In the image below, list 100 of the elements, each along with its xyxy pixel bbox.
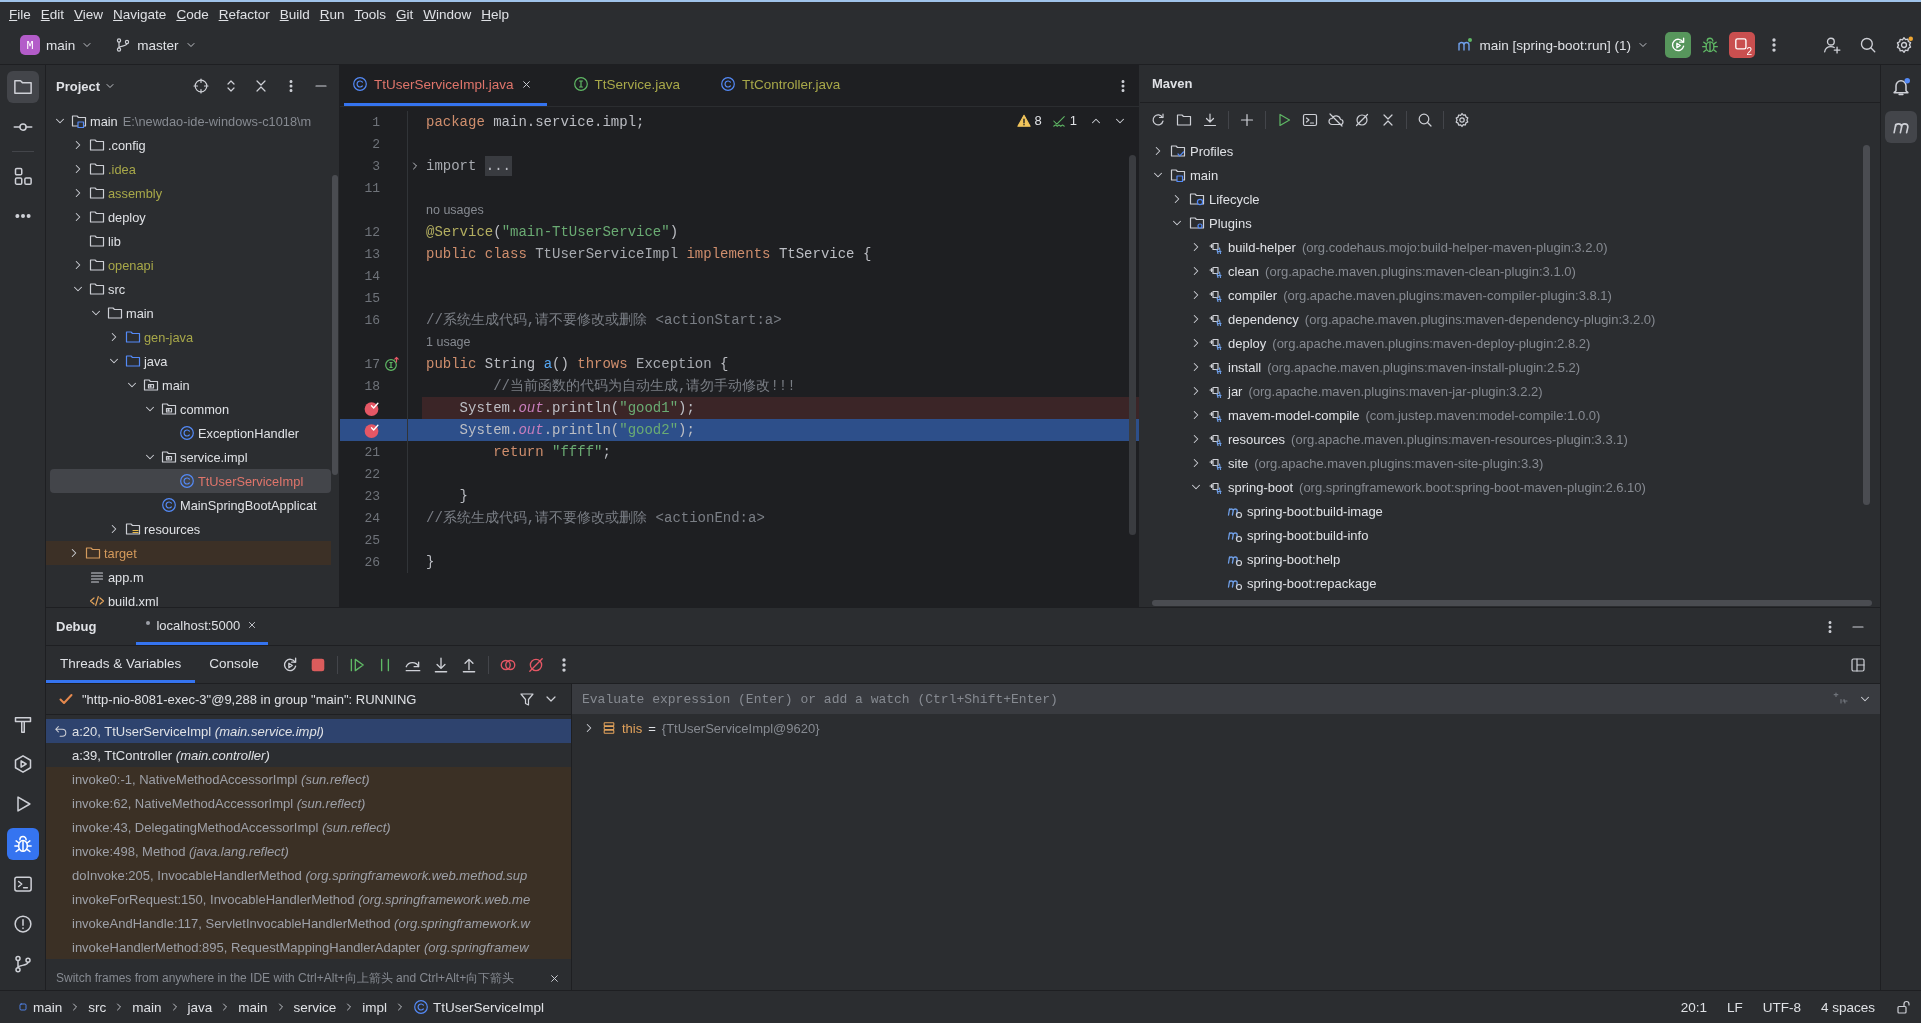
caret-position[interactable]: 20:1 (1680, 999, 1707, 1015)
menu-item[interactable]: Navigate (108, 6, 172, 22)
project-selector[interactable]: M main (14, 31, 100, 59)
add-user-icon[interactable] (1823, 36, 1841, 54)
tree-item[interactable]: install (org.apache.maven.plugins:maven-install-plugin:2.5.2) (1144, 355, 1866, 379)
run-icon[interactable] (1276, 112, 1292, 128)
filter-icon[interactable] (519, 691, 535, 707)
tree-item[interactable]: target (46, 541, 331, 565)
tree-item[interactable]: Plugins (1144, 211, 1866, 235)
tree-item[interactable]: compiler (org.apache.maven.plugins:maven-compiler-plugin:3.8.1) (1144, 283, 1866, 307)
breadcrumb[interactable]: java (184, 997, 216, 1017)
tree-item[interactable]: service.impl (50, 445, 331, 469)
tree-item[interactable]: spring-boot:help (1144, 547, 1866, 571)
scrollbar[interactable] (1129, 155, 1136, 535)
menu-item[interactable]: Run (314, 6, 350, 22)
tree-item[interactable]: site (org.apache.maven.plugins:maven-site-plugin:3.3) (1144, 451, 1866, 475)
tree-item[interactable]: jar (org.apache.maven.plugins:maven-jar-plugin:3.2.2) (1144, 379, 1866, 403)
add-icon[interactable] (1239, 112, 1255, 128)
locate-icon[interactable] (193, 78, 209, 94)
tree-item[interactable]: spring-boot:build-info (1144, 523, 1866, 547)
tree-item[interactable]: ExceptionHandler (50, 421, 331, 445)
tree-item[interactable]: deploy (50, 205, 331, 229)
tree-item[interactable]: spring-boot (org.springframework.boot:spring-boot-maven-plugin:2.6.10) (1144, 475, 1866, 499)
breadcrumb[interactable]: src (85, 997, 110, 1017)
stack-frame[interactable]: invoke:62, NativeMethodAccessorImpl (sun.reflect) (46, 791, 571, 815)
tree-item[interactable]: dependency (org.apache.maven.plugins:maven-dependency-plugin:3.2.0) (1144, 307, 1866, 331)
breadcrumb[interactable]: main (129, 997, 165, 1017)
menu-item[interactable]: Code (171, 6, 214, 22)
tree-item[interactable]: assembly (50, 181, 331, 205)
editor-tab[interactable]: TtService.java (564, 65, 695, 106)
tree-item[interactable]: .config (50, 133, 331, 157)
tree-item[interactable]: deploy (org.apache.maven.plugins:maven-deploy-plugin:2.8.2) (1144, 331, 1866, 355)
tree-item[interactable]: MainSpringBootApplicat (50, 493, 331, 517)
run-configuration-icon[interactable] (1302, 112, 1318, 128)
folder-icon[interactable] (1176, 112, 1192, 128)
tree-item[interactable]: java (50, 349, 331, 373)
warning-icon[interactable] (1016, 113, 1031, 128)
reload-icon[interactable] (1150, 112, 1166, 128)
offline-icon[interactable] (1328, 112, 1344, 128)
tree-item[interactable]: main (50, 373, 331, 397)
tree-item[interactable]: main (50, 301, 331, 325)
skip-tests-icon[interactable] (1354, 112, 1370, 128)
tree-item[interactable]: Lifecycle (1144, 187, 1866, 211)
stack-frame[interactable]: invoke:43, DelegatingMethodAccessorImpl (sun.reflect) (46, 815, 571, 839)
tree-item[interactable]: gen-java (50, 325, 331, 349)
maven-icon[interactable] (1885, 111, 1917, 143)
stack-frame[interactable]: a:39, TtController (main.controller) (46, 743, 571, 767)
session-tab[interactable]: localhost:5000 (136, 608, 269, 645)
lock-icon[interactable] (1895, 999, 1911, 1015)
branch-selector[interactable]: master (109, 33, 203, 57)
editor-tab[interactable]: TtUserServiceImpl.java (344, 65, 547, 106)
download-icon[interactable] (1202, 112, 1218, 128)
tree-item[interactable]: build-helper (org.codehaus.mojo:build-helper-maven-plugin:3.2.0) (1144, 235, 1866, 259)
menu-item[interactable]: View (69, 6, 109, 22)
tree-item[interactable]: main E:\newdao-ide-windows-c1018\m (50, 109, 331, 133)
menu-item[interactable]: Git (391, 6, 419, 22)
tree-item[interactable]: app.m (50, 565, 331, 589)
file-encoding[interactable]: UTF-8 (1762, 999, 1801, 1015)
menu-item[interactable]: Help (476, 6, 515, 22)
menu-item[interactable]: Tools (349, 6, 391, 22)
evaluate-field[interactable]: Evaluate expression (Enter) or add a watch (Ctrl+Shift+Enter) (580, 690, 1822, 708)
implements-icon[interactable] (384, 356, 400, 372)
tree-item[interactable]: common (50, 397, 331, 421)
stack-frame[interactable]: invokeForRequest:150, InvocableHandlerMethod (org.springframework.web.me (46, 887, 571, 911)
debug-icon[interactable] (1701, 36, 1719, 54)
debug-icon[interactable] (6, 828, 39, 860)
layout-icon[interactable] (1850, 656, 1866, 673)
tree-item[interactable]: resources (org.apache.maven.plugins:maven-resources-plugin:3.3.1) (1144, 427, 1866, 451)
menu-item[interactable]: Build (274, 6, 315, 22)
panel-title[interactable]: Project (56, 78, 117, 94)
breakpoint-icon[interactable] (363, 421, 380, 439)
settings-icon[interactable] (1895, 36, 1913, 54)
variable-row[interactable]: this = {TtUserServiceImpl@9620} (572, 716, 1880, 740)
menu-item[interactable]: Window (418, 6, 477, 22)
editor-tab[interactable]: TtController.java (712, 65, 855, 106)
tree-item[interactable]: openapi (50, 253, 331, 277)
project-icon[interactable] (6, 71, 39, 103)
menu-item[interactable]: Refactor (213, 6, 275, 22)
tree-item[interactable]: mavem-model-compile (com.justep.maven:model-compile:1.0.0) (1144, 403, 1866, 427)
stop-button[interactable]: 2 (1729, 32, 1755, 58)
indent-setting[interactable]: 4 spaces (1820, 999, 1875, 1015)
run-configuration-selector[interactable]: main [spring-boot:run] (1) (1451, 33, 1655, 57)
scrollbar[interactable] (1152, 600, 1872, 606)
debug-tab[interactable]: Console (195, 646, 273, 683)
tree-item[interactable]: main (1144, 163, 1866, 187)
stack-frame[interactable]: a:20, TtUserServiceImpl (main.service.impl) (46, 719, 571, 743)
breadcrumb[interactable]: main (14, 997, 66, 1017)
breadcrumb[interactable]: impl (359, 997, 391, 1017)
menu-item[interactable]: File (4, 6, 36, 22)
tree-item[interactable]: lib (50, 229, 331, 253)
evaluate-bar[interactable]: Evaluate expression (Enter) or add a watch (Ctrl+Shift+Enter) (572, 684, 1880, 714)
mute-breakpoints-icon[interactable] (526, 655, 545, 674)
menu-item[interactable]: Edit (35, 6, 70, 22)
tree-item[interactable]: .idea (50, 157, 331, 181)
line-separator[interactable]: LF (1726, 999, 1743, 1015)
stack-frame[interactable]: invokeHandlerMethod:895, RequestMappingHandlerAdapter (org.springframew (46, 935, 571, 959)
tree-item[interactable]: src (50, 277, 331, 301)
tree-item[interactable]: Profiles (1144, 139, 1866, 163)
tree-item[interactable]: spring-boot:build-image (1144, 499, 1866, 523)
stack-frame[interactable]: doInvoke:205, InvocableHandlerMethod (org.springframework.web.method.sup (46, 863, 571, 887)
